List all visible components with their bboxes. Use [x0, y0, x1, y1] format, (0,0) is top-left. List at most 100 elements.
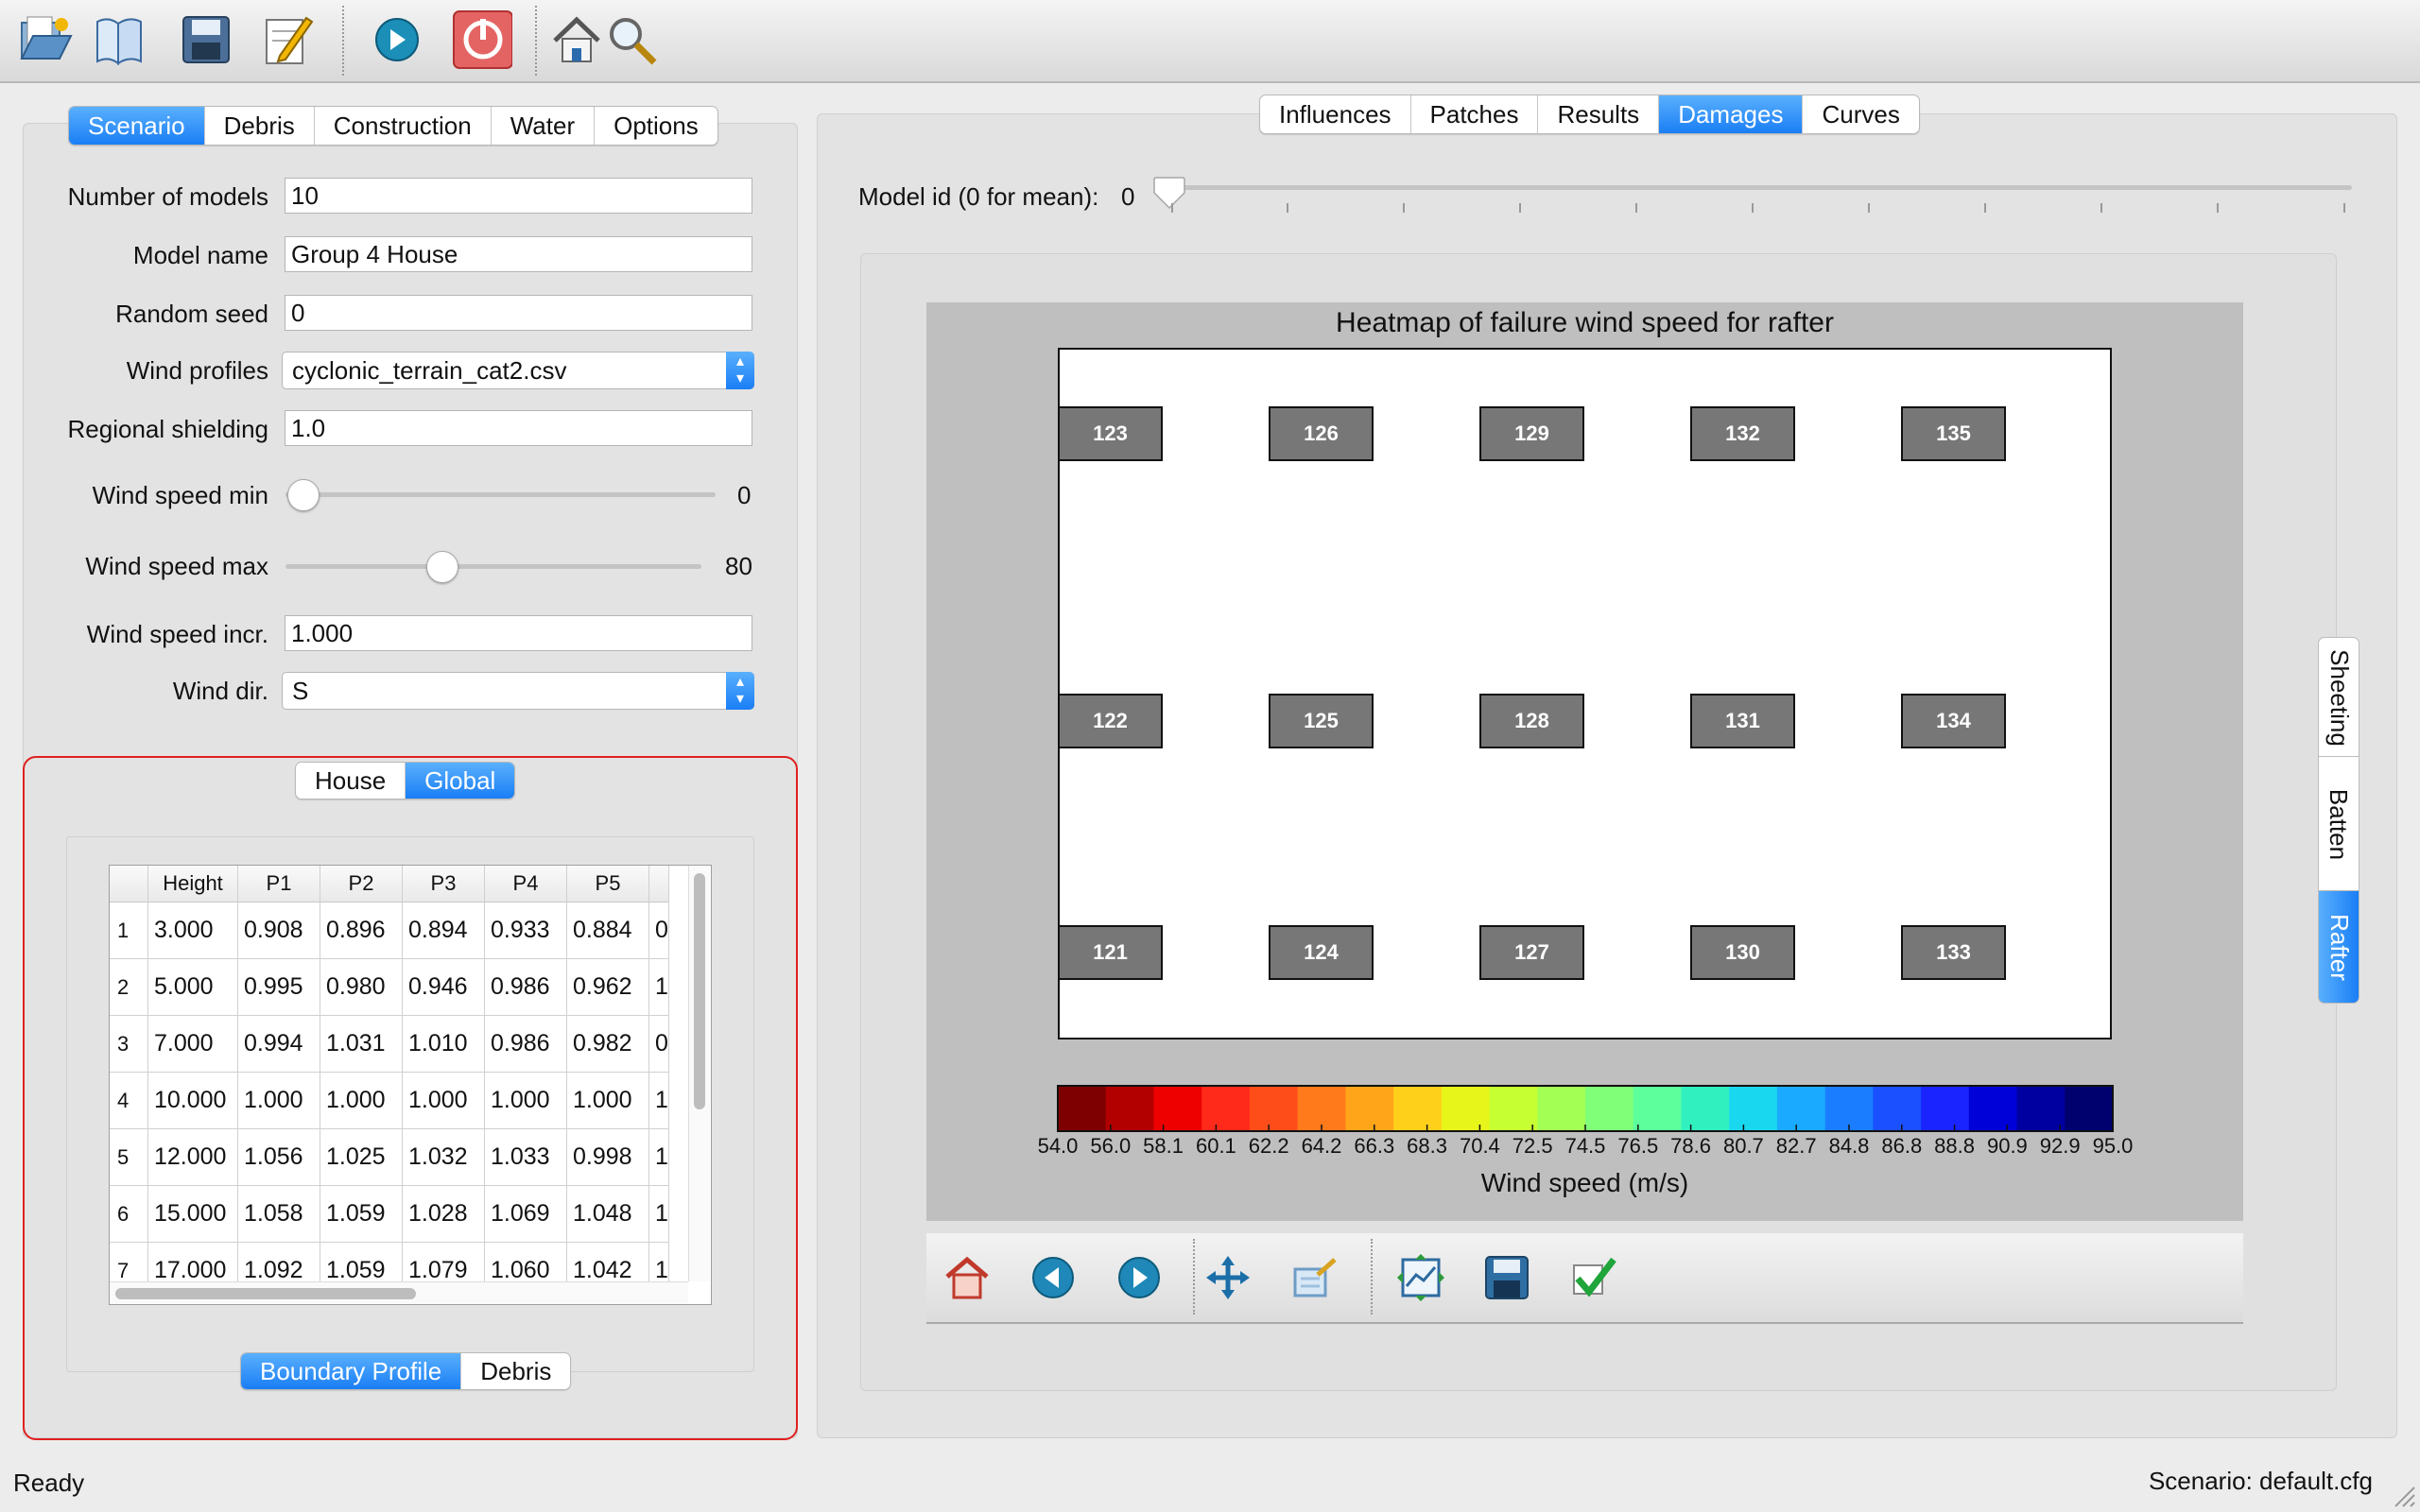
table-cell[interactable]: 1.025 [320, 1128, 403, 1186]
num-models-field[interactable]: 10 [285, 178, 752, 214]
save-icon[interactable] [1479, 1250, 1534, 1305]
table-cell[interactable]: 0 [648, 902, 669, 959]
vertical-scrollbar[interactable] [688, 866, 710, 1281]
tab-debris-bottom[interactable]: Debris [461, 1353, 570, 1389]
shielding-field[interactable]: 1.0 [285, 410, 752, 446]
tab-patches[interactable]: Patches [1411, 95, 1539, 133]
table-cell[interactable]: 1.000 [320, 1072, 403, 1129]
table-cell[interactable]: 1 [648, 1072, 669, 1129]
pan-icon[interactable] [1201, 1250, 1255, 1305]
tab-sheeting[interactable]: Sheeting [2318, 637, 2360, 758]
ws-min-slider-handle[interactable] [287, 479, 320, 511]
table-cell[interactable]: 7.000 [147, 1015, 238, 1073]
edit-icon[interactable] [257, 9, 318, 70]
table-cell[interactable]: 10.000 [147, 1072, 238, 1129]
table-cell[interactable]: 0.980 [320, 958, 403, 1016]
forward-icon[interactable] [1112, 1250, 1167, 1305]
tab-scenario[interactable]: Scenario [69, 107, 205, 145]
tab-debris[interactable]: Debris [205, 107, 315, 145]
table-cell[interactable]: 1.032 [402, 1128, 485, 1186]
back-icon[interactable] [1026, 1250, 1080, 1305]
tab-curves[interactable]: Curves [1803, 95, 1918, 133]
tab-rafter[interactable]: Rafter [2318, 890, 2360, 1004]
column-header[interactable]: P4 [484, 866, 567, 902]
column-header[interactable]: P5 [566, 866, 649, 902]
subplots-icon[interactable] [1393, 1250, 1448, 1305]
table-cell[interactable]: 0.933 [484, 902, 567, 959]
ws-max-track[interactable] [285, 564, 701, 569]
table-cell[interactable]: 1 [648, 1185, 669, 1243]
tab-water[interactable]: Water [492, 107, 596, 145]
table-cell[interactable]: 1.000 [402, 1072, 485, 1129]
table-cell[interactable]: 0 [648, 1015, 669, 1073]
table-cell[interactable]: 0.908 [237, 902, 320, 959]
table-cell[interactable]: 0.894 [402, 902, 485, 959]
ws-incr-field[interactable]: 1.000 [285, 615, 752, 651]
book-icon[interactable] [89, 9, 149, 70]
column-header[interactable]: Height [147, 866, 238, 902]
tab-options[interactable]: Options [595, 107, 717, 145]
horizontal-scroll-thumb[interactable] [115, 1288, 416, 1299]
colorbar-bin [1968, 1086, 2018, 1131]
tab-global[interactable]: Global [406, 763, 515, 799]
model-id-track[interactable] [1165, 185, 2352, 190]
table-cell[interactable]: 15.000 [147, 1185, 238, 1243]
table-cell[interactable]: 1.033 [484, 1128, 567, 1186]
table-cell[interactable]: 1 [648, 1128, 669, 1186]
table-cell[interactable]: 1.000 [484, 1072, 567, 1129]
home-icon[interactable] [546, 9, 607, 70]
table-cell[interactable]: 0.994 [237, 1015, 320, 1073]
table-cell[interactable]: 1.000 [566, 1072, 649, 1129]
tab-results[interactable]: Results [1538, 95, 1660, 133]
table-cell[interactable]: 0.884 [566, 902, 649, 959]
table-cell[interactable]: 12.000 [147, 1128, 238, 1186]
table-cell[interactable]: 1 [648, 958, 669, 1016]
column-header[interactable]: P3 [402, 866, 485, 902]
table-cell[interactable]: 1.069 [484, 1185, 567, 1243]
table-cell[interactable]: 0.986 [484, 958, 567, 1016]
tab-house[interactable]: House [296, 763, 406, 799]
table-cell[interactable]: 1.028 [402, 1185, 485, 1243]
table-cell[interactable]: 0.995 [237, 958, 320, 1016]
wind-dir-select[interactable]: S ▴ ▾ [282, 672, 754, 710]
zoom-icon[interactable] [1288, 1250, 1342, 1305]
stop-icon[interactable] [452, 9, 512, 70]
table-cell[interactable]: 1.010 [402, 1015, 485, 1073]
table-cell[interactable]: 0.986 [484, 1015, 567, 1073]
check-icon[interactable] [1566, 1250, 1621, 1305]
column-header[interactable]: P1 [237, 866, 320, 902]
save-icon[interactable] [176, 9, 236, 70]
horizontal-scrollbar[interactable] [110, 1281, 688, 1304]
table-cell[interactable]: 0.896 [320, 902, 403, 959]
tab-boundary-profile[interactable]: Boundary Profile [241, 1353, 462, 1389]
wind-profiles-select[interactable]: cyclonic_terrain_cat2.csv ▴ ▾ [282, 352, 754, 389]
ws-min-track[interactable] [285, 492, 716, 497]
seed-field[interactable]: 0 [285, 295, 752, 331]
table-cell[interactable]: 0.946 [402, 958, 485, 1016]
table-cell[interactable]: 5.000 [147, 958, 238, 1016]
tab-batten[interactable]: Batten [2318, 756, 2360, 892]
tab-damages[interactable]: Damages [1659, 95, 1804, 133]
ws-max-slider-handle[interactable] [426, 551, 458, 583]
row-number: 5 [110, 1128, 148, 1186]
table-cell[interactable]: 0.998 [566, 1128, 649, 1186]
run-icon[interactable] [367, 9, 427, 70]
table-cell[interactable]: 1.058 [237, 1185, 320, 1243]
open-icon[interactable] [15, 9, 76, 70]
table-cell[interactable]: 1.059 [320, 1185, 403, 1243]
column-header[interactable]: P2 [320, 866, 403, 902]
table-cell[interactable]: 0.982 [566, 1015, 649, 1073]
table-cell[interactable]: 3.000 [147, 902, 238, 959]
table-cell[interactable]: 1.048 [566, 1185, 649, 1243]
model-name-field[interactable]: Group 4 House [285, 236, 752, 272]
table-cell[interactable]: 1.000 [237, 1072, 320, 1129]
table-cell[interactable]: 0.962 [566, 958, 649, 1016]
home-icon[interactable] [940, 1250, 994, 1305]
search-icon[interactable] [601, 9, 662, 70]
vertical-scroll-thumb[interactable] [694, 873, 705, 1109]
tab-construction[interactable]: Construction [315, 107, 492, 145]
resize-grip-icon[interactable] [2392, 1484, 2416, 1508]
table-cell[interactable]: 1.031 [320, 1015, 403, 1073]
table-cell[interactable]: 1.056 [237, 1128, 320, 1186]
tab-influences[interactable]: Influences [1260, 95, 1411, 133]
